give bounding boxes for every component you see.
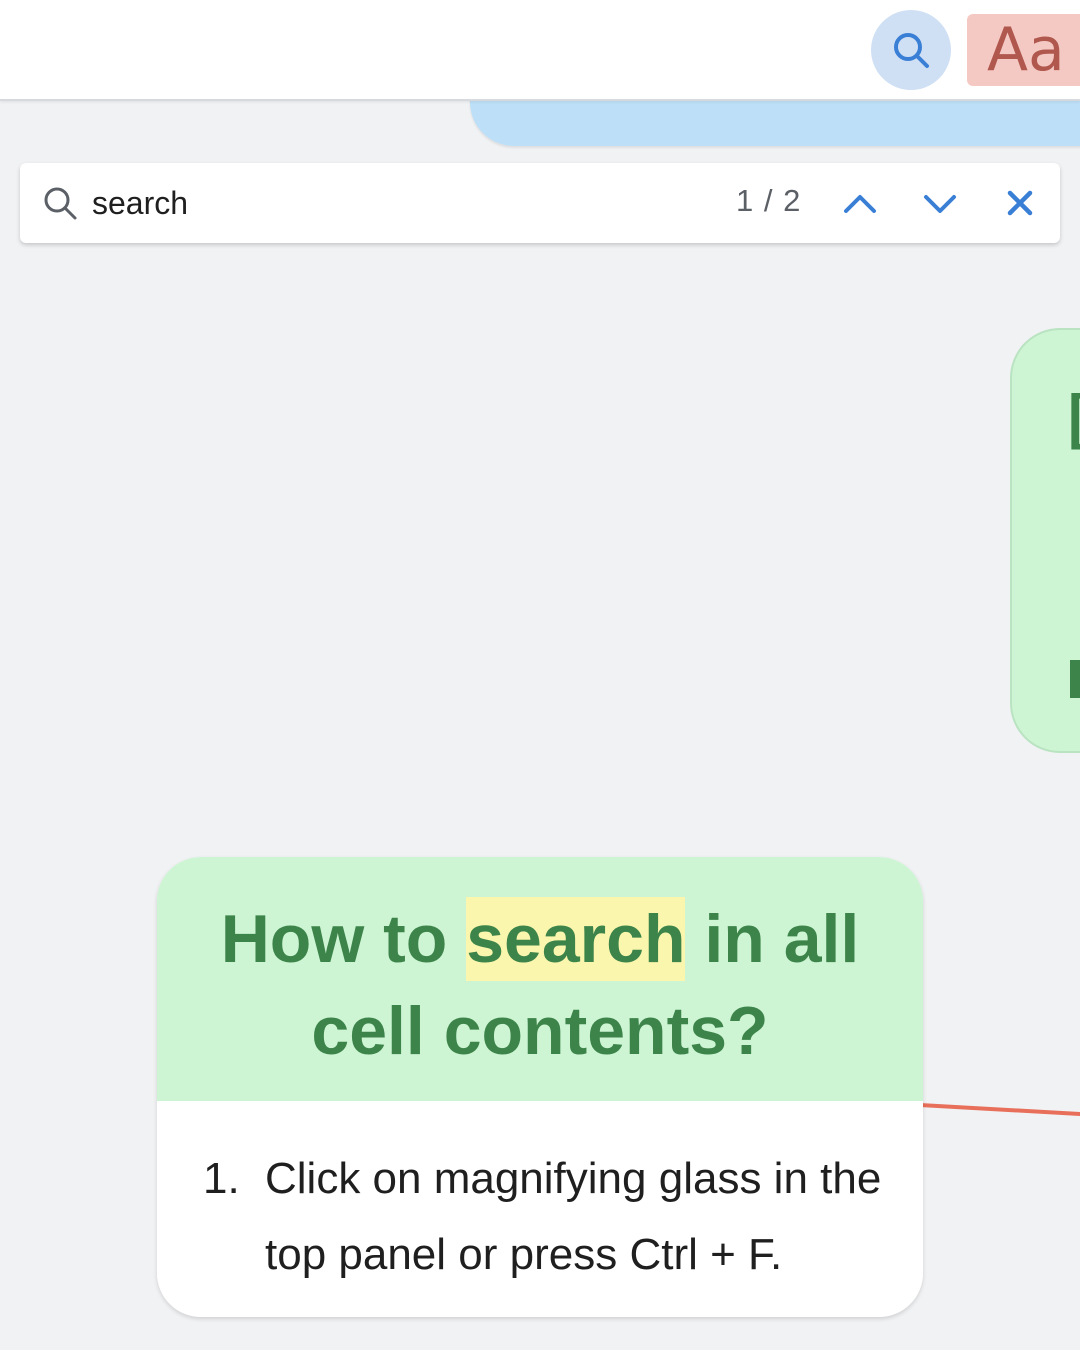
- cell-title-before: How to: [220, 901, 467, 977]
- mindmap-canvas[interactable]: [ Aa 1 / 2: [0, 0, 1080, 1350]
- previous-match-button[interactable]: [836, 179, 884, 227]
- chevron-down-icon: [924, 195, 956, 213]
- top-panel: Aa: [0, 0, 1080, 101]
- next-match-button[interactable]: [916, 179, 964, 227]
- search-icon: [44, 187, 77, 220]
- cell-title-fragment: [: [1068, 382, 1080, 451]
- cell-title: How to search in all cell contents?: [157, 893, 923, 1077]
- cell-text-fragment: [1070, 660, 1080, 698]
- close-search-button[interactable]: [996, 179, 1044, 227]
- cell-body: 1. Click on magnifying glass in the top …: [157, 1101, 923, 1317]
- match-counter: 1 / 2: [736, 183, 802, 218]
- mindmap-cell[interactable]: How to search in all cell contents? 1. C…: [157, 857, 923, 1317]
- search-toggle-button[interactable]: [871, 10, 951, 90]
- step-text: Click on magnifying glass in the top pan…: [265, 1154, 882, 1279]
- chevron-up-icon: [844, 195, 876, 213]
- step-number: 1.: [203, 1154, 240, 1203]
- close-icon: [1007, 190, 1033, 216]
- magnifying-glass-icon: [894, 33, 929, 68]
- font-style-button[interactable]: Aa: [967, 14, 1080, 86]
- search-input[interactable]: [92, 177, 712, 229]
- search-match-highlight: search: [466, 897, 686, 981]
- green-cell-partial[interactable]: [: [1010, 328, 1080, 753]
- search-bar: 1 / 2: [20, 163, 1060, 243]
- cell-header: How to search in all cell contents?: [157, 857, 923, 1101]
